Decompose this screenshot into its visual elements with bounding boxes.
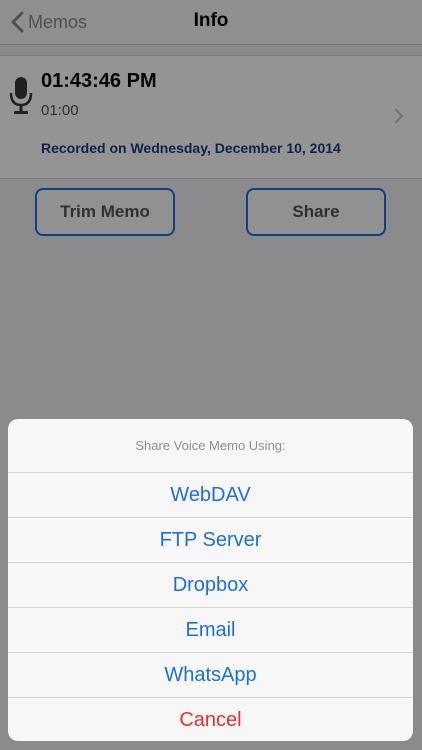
share-option-ftp-server[interactable]: FTP Server [8, 518, 413, 563]
share-action-sheet: Share Voice Memo Using: WebDAV FTP Serve… [8, 419, 413, 741]
cancel-button[interactable]: Cancel [8, 698, 413, 741]
share-option-dropbox[interactable]: Dropbox [8, 563, 413, 608]
share-option-email[interactable]: Email [8, 608, 413, 653]
action-sheet-header: Share Voice Memo Using: [8, 419, 413, 473]
share-option-webdav[interactable]: WebDAV [8, 473, 413, 518]
share-option-whatsapp[interactable]: WhatsApp [8, 653, 413, 698]
